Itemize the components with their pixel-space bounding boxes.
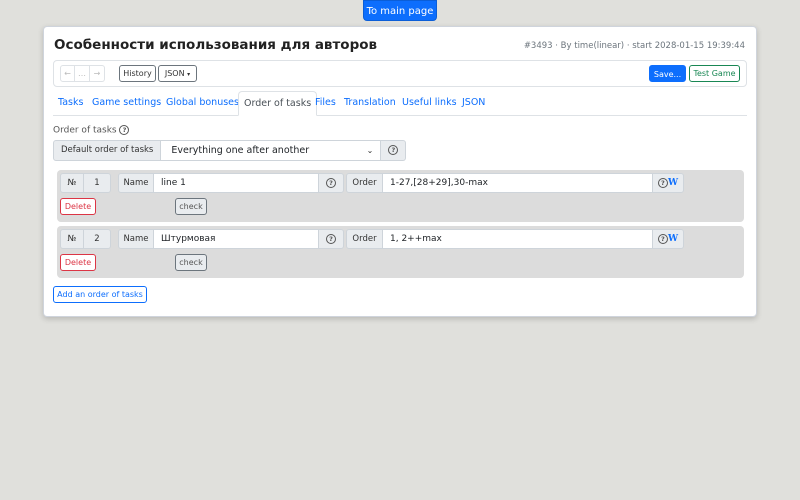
order-card: № 1 Name line 1 ? Order 1-27,[28+29],30-… [57, 170, 744, 222]
default-order-select[interactable]: Everything one after another ⌄ [161, 140, 382, 161]
order-card: № 2 Name Штурмовая ? Order 1, 2++max ? W … [57, 226, 744, 278]
toolbar: ← … → History JSON ▾ Save... Test Game [53, 60, 747, 87]
order-number-group: № 2 [60, 229, 111, 249]
help-icon[interactable]: ? [119, 125, 130, 135]
order-expression-group: Order 1-27,[28+29],30-max ? W [346, 173, 684, 193]
delete-order-button[interactable]: Delete [60, 254, 96, 271]
tab-bar: Tasks Game settings Global bonuses Order… [53, 91, 747, 116]
game-title: Особенности использования для авторов [54, 37, 378, 53]
tab-files[interactable]: Files [310, 91, 341, 115]
chevron-down-icon: ⌄ [366, 146, 374, 155]
default-order-help-button[interactable]: ? [381, 140, 407, 161]
history-nav-group: ← … → [60, 65, 105, 82]
order-number: 2 [84, 229, 111, 249]
section-title: Order of tasks ? [53, 125, 130, 136]
add-order-button[interactable]: Add an order of tasks [53, 286, 147, 303]
section-title-text: Order of tasks [53, 125, 117, 136]
forward-arrow-icon[interactable]: → [90, 65, 105, 82]
order-name-input[interactable]: Штурмовая [154, 229, 319, 249]
help-icon: ? [326, 233, 336, 244]
tab-useful-links[interactable]: Useful links [397, 91, 462, 115]
default-order-selected: Everything one after another [171, 145, 310, 156]
ellipsis-icon[interactable]: … [75, 65, 90, 82]
name-help-button[interactable]: ? [319, 173, 344, 193]
back-arrow-icon[interactable]: ← [60, 65, 75, 82]
number-sign-label: № [60, 173, 84, 193]
order-name-group: Name line 1 ? [118, 173, 344, 193]
tab-tasks[interactable]: Tasks [53, 91, 88, 115]
wikipedia-icon: W [667, 178, 679, 188]
order-help-wiki-button[interactable]: ? W [653, 173, 684, 193]
order-label: Order [346, 229, 383, 249]
chevron-down-icon: ▾ [187, 71, 191, 78]
order-number: 1 [84, 173, 111, 193]
order-expression-group: Order 1, 2++max ? W [346, 229, 684, 249]
order-expression-input[interactable]: 1-27,[28+29],30-max [383, 173, 653, 193]
to-main-page-button[interactable]: To main page [363, 0, 437, 21]
order-help-wiki-button[interactable]: ? W [653, 229, 684, 249]
save-button[interactable]: Save... [649, 65, 686, 82]
wikipedia-icon: W [667, 234, 679, 244]
game-meta: #3493 · By time(linear) · start 2028-01-… [523, 41, 745, 51]
history-button[interactable]: History [119, 65, 156, 82]
default-order-label: Default order of tasks [53, 140, 162, 161]
name-help-button[interactable]: ? [319, 229, 344, 249]
json-dropdown-label: JSON [164, 69, 185, 78]
test-game-button[interactable]: Test Game [689, 65, 740, 82]
name-label: Name [118, 229, 154, 249]
order-number-group: № 1 [60, 173, 111, 193]
game-editor-card: Особенности использования для авторов #3… [43, 26, 757, 317]
tab-order-of-tasks[interactable]: Order of tasks [238, 91, 318, 116]
help-icon: ? [657, 233, 668, 244]
delete-order-button[interactable]: Delete [60, 198, 96, 215]
json-dropdown-button[interactable]: JSON ▾ [158, 65, 197, 82]
check-order-button[interactable]: check [175, 198, 207, 215]
help-icon: ? [657, 177, 668, 188]
order-expression-input[interactable]: 1, 2++max [383, 229, 653, 249]
order-label: Order [346, 173, 383, 193]
tab-json[interactable]: JSON [457, 91, 490, 115]
check-order-button[interactable]: check [175, 254, 207, 271]
order-name-group: Name Штурмовая ? [118, 229, 344, 249]
help-icon: ? [326, 177, 336, 188]
help-icon: ? [388, 145, 399, 155]
order-name-input[interactable]: line 1 [154, 173, 319, 193]
name-label: Name [118, 173, 154, 193]
number-sign-label: № [60, 229, 84, 249]
tab-global-bonuses[interactable]: Global bonuses [161, 91, 244, 115]
tab-translation[interactable]: Translation [339, 91, 401, 115]
default-order-group: Default order of tasks Everything one af… [53, 140, 407, 161]
tab-game-settings[interactable]: Game settings [87, 91, 166, 115]
